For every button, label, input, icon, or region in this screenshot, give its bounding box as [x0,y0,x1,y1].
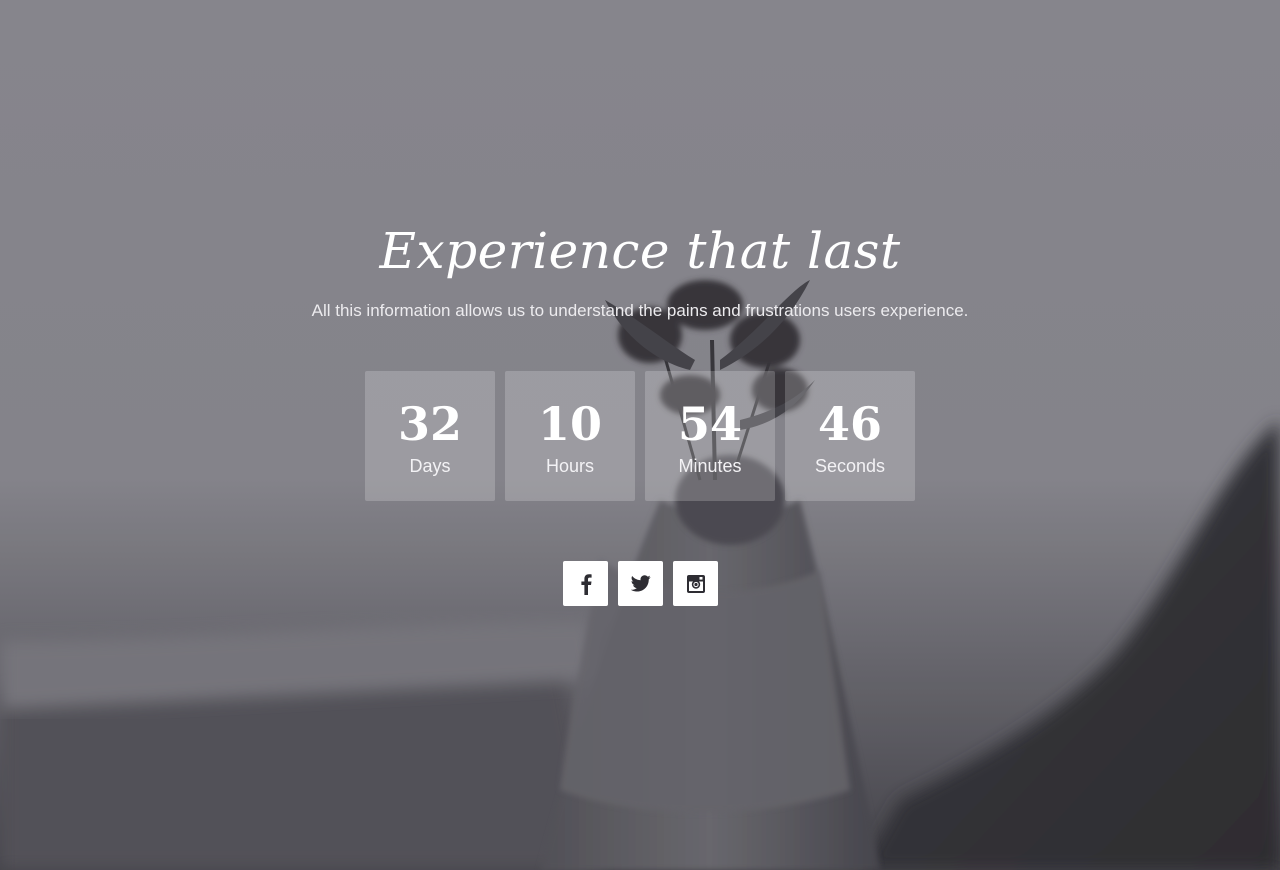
twitter-icon [630,575,651,592]
countdown-hours-value: 10 [537,397,602,451]
countdown-seconds-value: 46 [817,397,882,451]
twitter-button[interactable] [618,561,663,606]
countdown-days: 32 Days [365,371,495,501]
countdown-hours-label: Hours [545,456,594,476]
countdown-days-label: Days [409,456,451,476]
countdown-minutes-label: Minutes [678,456,742,476]
hero-section: Experience that last All this informatio… [0,0,1280,870]
countdown-hours: 10 Hours [505,371,635,501]
hero-subtitle: All this information allows us to unders… [311,301,969,320]
hero-title: Experience that last [379,222,901,280]
countdown-seconds: 46 Seconds [785,371,915,501]
social-links [563,561,718,606]
facebook-button[interactable] [563,561,608,606]
instagram-icon [686,574,706,594]
countdown-seconds-label: Seconds [814,456,886,476]
countdown-minutes: 54 Minutes [645,371,775,501]
countdown-minutes-value: 54 [677,397,742,451]
instagram-button[interactable] [673,561,718,606]
countdown-days-value: 32 [397,397,462,451]
facebook-icon [580,573,592,595]
countdown-timer: 32 Days 10 Hours 54 Minutes 46 Seconds [365,371,915,501]
